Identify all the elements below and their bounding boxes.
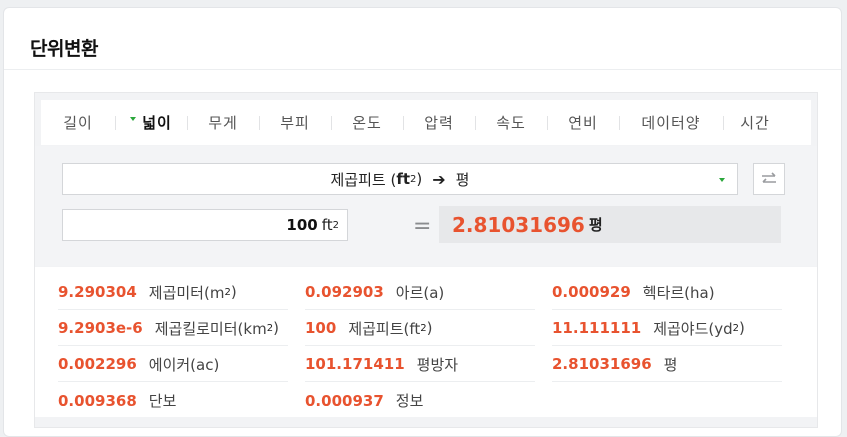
result-item-unit: 아르(a) — [395, 283, 445, 302]
tab-data-size[interactable]: 데이터양 — [619, 100, 723, 145]
result-item: 0.000929 헥타르(ha) — [552, 275, 782, 310]
tab-label: 온도 — [352, 114, 382, 132]
result-item: 0.009368 단보 — [58, 383, 288, 418]
equals-sign: = — [413, 214, 432, 239]
tab-label: 무게 — [208, 114, 238, 132]
result-item-value: 0.002296 — [58, 355, 137, 373]
card-title: 단위변환 — [30, 38, 98, 60]
result-item-value: 0.000929 — [552, 283, 631, 301]
result-item-unit: 평방자 — [416, 355, 459, 374]
result-item: 9.2903e-6 제곱킬로미터(km 2) — [58, 311, 288, 346]
result-item-close: ) — [739, 319, 745, 337]
result-display: 2.81031696 평 — [439, 206, 781, 243]
result-item: 9.290304 제곱미터(m 2) — [58, 275, 288, 310]
result-item-unit: 제곱야드(yd — [653, 319, 733, 338]
input-unit: ft — [321, 216, 333, 234]
unit-select[interactable]: 제곱피트 ( ft 2 ) ➔ 평 — [62, 163, 738, 195]
result-item-unit: 에이커(ac) — [148, 355, 220, 374]
input-value: 100 — [286, 216, 318, 234]
tab-temperature[interactable]: 온도 — [331, 100, 403, 145]
tab-volume[interactable]: 부피 — [259, 100, 331, 145]
result-item: 0.000937 정보 — [305, 383, 535, 418]
result-item-value: 11.111111 — [552, 319, 642, 337]
result-item-value: 9.2903e-6 — [58, 319, 143, 337]
tab-speed[interactable]: 속도 — [475, 100, 547, 145]
result-value: 2.81031696 — [452, 212, 585, 237]
caret-down-icon — [130, 116, 137, 121]
value-input[interactable]: 100 ft 2 — [62, 209, 348, 241]
from-unit-close: ) — [416, 170, 423, 188]
converter-widget: 길이 넓이 무게 부피 온도 압력 속도 연비 데이터양 시간 제곱피트 ( f… — [34, 92, 818, 428]
result-item-close: ) — [426, 319, 433, 337]
result-item-close: ) — [273, 319, 279, 337]
unit-converter-card: 단위변환 길이 넓이 무게 부피 온도 압력 속도 연비 데이터양 시간 제곱피… — [3, 7, 842, 437]
result-item-unit: 제곱미터(m — [148, 283, 225, 302]
tab-label: 시간 — [740, 114, 770, 132]
from-unit-symbol: ft — [396, 170, 411, 188]
from-unit-name: 제곱피트 ( — [330, 170, 397, 189]
tab-time[interactable]: 시간 — [723, 100, 787, 145]
tab-label: 데이터양 — [641, 114, 701, 132]
result-item: 2.81031696 평 — [552, 347, 782, 382]
result-item: 11.111111 제곱야드(yd 2) — [552, 311, 782, 346]
tab-fuel-efficiency[interactable]: 연비 — [547, 100, 619, 145]
result-item-value: 2.81031696 — [552, 355, 652, 373]
result-unit: 평 — [588, 216, 603, 234]
tab-length[interactable]: 길이 — [41, 100, 115, 145]
result-item-value: 100 — [305, 319, 337, 337]
result-item-unit: 헥타르(ha) — [642, 283, 715, 302]
results-list: 9.290304 제곱미터(m 2) 0.092903 아르(a) 0.00092… — [35, 267, 817, 417]
result-item-unit: 제곱킬로미터(km — [154, 319, 267, 338]
result-item-value: 0.009368 — [58, 391, 137, 410]
tab-pressure[interactable]: 압력 — [403, 100, 475, 145]
result-item-unit: 정보 — [395, 392, 424, 410]
tab-label: 속도 — [496, 114, 526, 132]
chevron-down-icon — [719, 178, 725, 182]
result-item-value: 9.290304 — [58, 283, 137, 301]
divider — [4, 69, 841, 70]
tab-label: 부피 — [280, 114, 310, 132]
tab-label: 넓이 — [142, 114, 172, 132]
result-item-unit: 단보 — [148, 392, 177, 410]
right-arrow-icon: ➔ — [432, 169, 446, 189]
to-unit-name: 평 — [455, 170, 470, 189]
conversion-area: 제곱피트 ( ft 2 ) ➔ 평 100 ft 2 = 2.81031696 … — [35, 146, 817, 266]
result-item: 101.171411 평방자 — [305, 347, 535, 382]
swap-button[interactable] — [753, 163, 785, 195]
result-item-value: 0.092903 — [305, 283, 384, 301]
result-item-close: ) — [230, 283, 237, 301]
tab-label: 연비 — [568, 114, 598, 132]
tab-label: 압력 — [424, 114, 454, 132]
swap-arrows-icon — [762, 172, 776, 183]
input-unit-exponent: 2 — [332, 219, 339, 231]
result-item-unit: 평 — [663, 355, 678, 374]
result-item: 0.002296 에이커(ac) — [58, 347, 288, 382]
result-item: 0.092903 아르(a) — [305, 275, 535, 310]
result-item-unit: 제곱피트(ft — [348, 319, 421, 338]
result-item: 100 제곱피트(ft 2) — [305, 311, 535, 346]
category-tabs: 길이 넓이 무게 부피 온도 압력 속도 연비 데이터양 시간 — [41, 100, 811, 145]
result-item-value: 0.000937 — [305, 391, 384, 410]
result-item-value: 101.171411 — [305, 355, 405, 373]
tab-area[interactable]: 넓이 — [115, 100, 187, 145]
tab-weight[interactable]: 무게 — [187, 100, 259, 145]
tab-label: 길이 — [63, 114, 93, 132]
